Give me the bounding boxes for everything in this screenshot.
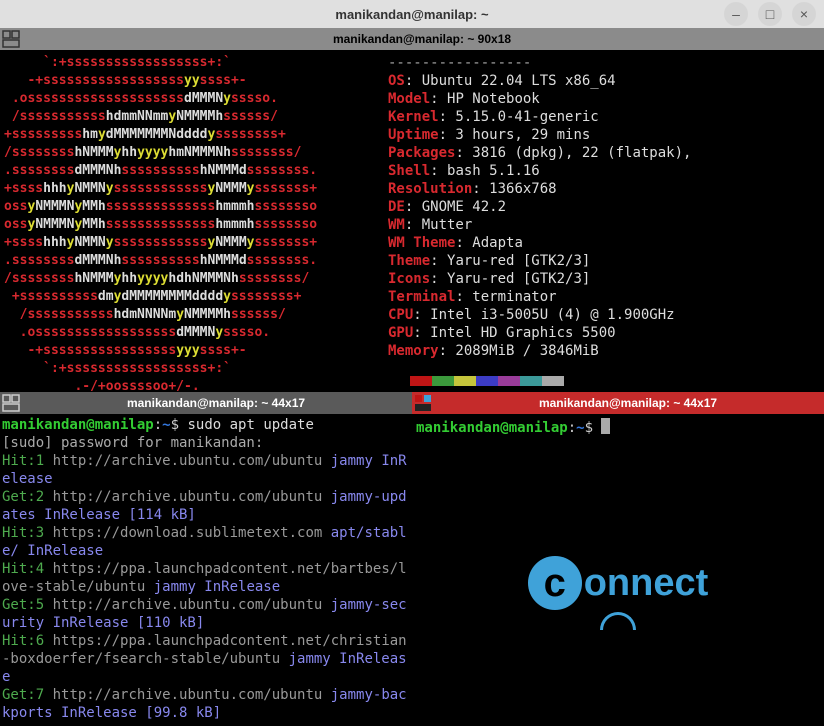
left-pane: manikandan@manilap: ~ 44x17 manikandan@m… xyxy=(0,392,412,726)
watermark-logo: connect xyxy=(414,439,822,726)
right-tab-label: manikandan@manilap: ~ 44x17 xyxy=(432,396,824,410)
bottom-split: manikandan@manilap: ~ 44x17 manikandan@m… xyxy=(0,392,824,726)
sysinfo-row: Theme: Yaru-red [GTK2/3] xyxy=(388,252,824,270)
logo-c-icon: c xyxy=(528,556,582,610)
top-tabbar[interactable]: manikandan@manilap: ~ 90x18 xyxy=(0,28,824,50)
apt-output-line: Get:5 http://archive.ubuntu.com/ubuntu j… xyxy=(2,596,410,632)
left-terminal[interactable]: manikandan@manilap:~$ sudo apt update [s… xyxy=(0,414,412,726)
sysinfo-row: GPU: Intel HD Graphics 5500 xyxy=(388,324,824,342)
logo-text: onnect xyxy=(584,574,709,592)
right-pane: manikandan@manilap: ~ 44x17 manikandan@m… xyxy=(412,392,824,726)
apt-output-line: Get:7 http://archive.ubuntu.com/ubuntu j… xyxy=(2,686,410,722)
cursor xyxy=(601,418,610,434)
apt-output-line: Hit:6 https://ppa.launchpadcontent.net/c… xyxy=(2,632,410,686)
top-terminal[interactable]: `:+ssssssssssssssssss+:` -+sssssssssssss… xyxy=(0,50,824,392)
left-tabbar[interactable]: manikandan@manilap: ~ 44x17 xyxy=(0,392,412,414)
left-tab-label: manikandan@manilap: ~ 44x17 xyxy=(20,396,412,410)
ubuntu-ascii-art: `:+ssssssssssssssssss+:` -+sssssssssssss… xyxy=(0,50,360,392)
minimize-button[interactable]: – xyxy=(724,2,748,26)
sysinfo-separator: ----------------- xyxy=(388,54,824,72)
terminator-icon xyxy=(414,394,432,412)
command-text: sudo apt update xyxy=(187,417,313,433)
color-swatches xyxy=(388,376,824,386)
apt-output-line: Hit:4 https://ppa.launchpadcontent.net/b… xyxy=(2,560,410,596)
logo-arc-icon xyxy=(600,612,636,630)
sysinfo-row: Uptime: 3 hours, 29 mins xyxy=(388,126,824,144)
apt-output-line: Get:2 http://archive.ubuntu.com/ubuntu j… xyxy=(2,488,410,524)
maximize-button[interactable]: □ xyxy=(758,2,782,26)
right-terminal[interactable]: manikandan@manilap:~$ connect xyxy=(412,414,824,726)
window-controls: – □ × xyxy=(724,2,816,26)
sysinfo-row: Icons: Yaru-red [GTK2/3] xyxy=(388,270,824,288)
sysinfo-row: Shell: bash 5.1.16 xyxy=(388,162,824,180)
sysinfo-row: Kernel: 5.15.0-41-generic xyxy=(388,108,824,126)
window-title: manikandan@manilap: ~ xyxy=(335,7,488,22)
window-titlebar: manikandan@manilap: ~ – □ × xyxy=(0,0,824,28)
sysinfo-row: Packages: 3816 (dpkg), 22 (flatpak), xyxy=(388,144,824,162)
prompt-user: manikandan@manilap xyxy=(416,420,568,436)
sysinfo-row: WM Theme: Adapta xyxy=(388,234,824,252)
neofetch-sysinfo: ----------------- OS: Ubuntu 22.04 LTS x… xyxy=(360,50,824,392)
sysinfo-row: OS: Ubuntu 22.04 LTS x86_64 xyxy=(388,72,824,90)
sysinfo-row: Terminal: terminator xyxy=(388,288,824,306)
sysinfo-row: WM: Mutter xyxy=(388,216,824,234)
sudo-prompt: [sudo] password for manikandan: xyxy=(2,434,410,452)
apt-output-line: Hit:1 http://archive.ubuntu.com/ubuntu j… xyxy=(2,452,410,488)
close-button[interactable]: × xyxy=(792,2,816,26)
sysinfo-row: DE: GNOME 42.2 xyxy=(388,198,824,216)
sysinfo-row: Model: HP Notebook xyxy=(388,90,824,108)
right-tabbar[interactable]: manikandan@manilap: ~ 44x17 xyxy=(412,392,824,414)
apt-output-line: Hit:3 https://download.sublimetext.com a… xyxy=(2,524,410,560)
prompt-user: manikandan@manilap xyxy=(2,417,154,433)
sysinfo-row: CPU: Intel i3-5005U (4) @ 1.900GHz xyxy=(388,306,824,324)
sysinfo-row: Resolution: 1366x768 xyxy=(388,180,824,198)
terminator-icon xyxy=(2,394,20,412)
sysinfo-row: Memory: 2089MiB / 3846MiB xyxy=(388,342,824,360)
top-tab-label: manikandan@manilap: ~ 90x18 xyxy=(20,32,824,46)
terminator-icon xyxy=(2,30,20,48)
